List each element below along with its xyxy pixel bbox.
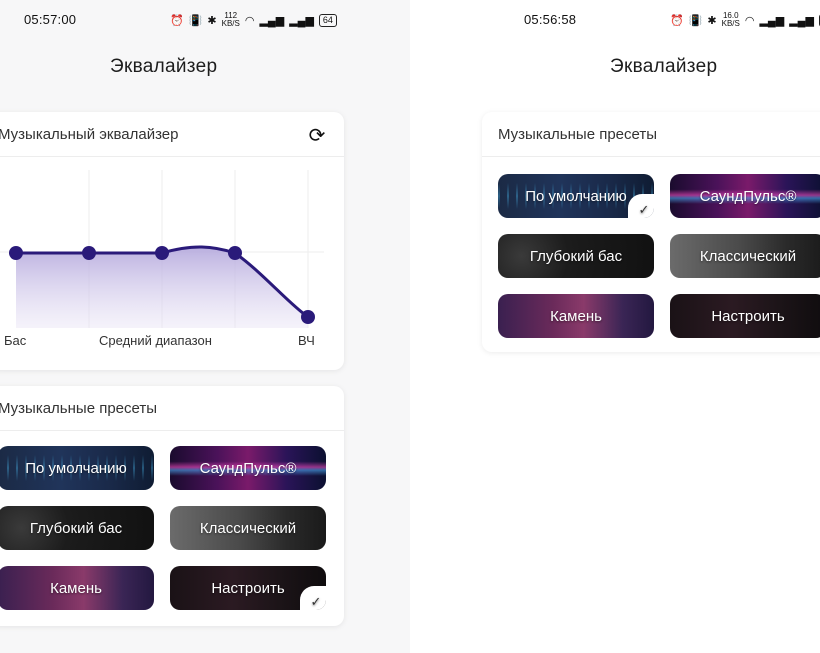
left-screen: 05:57:00 ⏰ 📳 ✱ 112 KB/S ◠ ▂▄▆ ▂▄▆ 64 Эква… — [0, 0, 410, 653]
eq-handle[interactable] — [155, 246, 169, 260]
preset-label: СаундПульс® — [699, 187, 797, 205]
equalizer-card: Музыкальный эквалайзер ⟳ Бас Средний диа… — [0, 112, 344, 370]
eq-handle[interactable] — [228, 246, 242, 260]
net-speed: 112 KB/S — [222, 12, 240, 28]
signal-icon: ▂▄▆ — [759, 14, 785, 27]
preset-label: Настроить — [211, 579, 285, 597]
alarm-icon: ⏰ — [670, 14, 684, 27]
preset-default[interactable]: По умолчанию — [0, 446, 154, 490]
preset-soundpulse[interactable]: СаундПульс® — [170, 446, 326, 490]
presets-card-header: Музыкальные пресеты — [0, 386, 344, 431]
check-icon: ✓ — [628, 194, 654, 218]
bluetooth-icon: ✱ — [707, 14, 717, 27]
page-title: Эквалайзер — [610, 56, 718, 77]
vibrate-icon: 📳 — [688, 14, 703, 27]
preset-label: Камень — [50, 579, 102, 597]
preset-deep-bass[interactable]: Глубокий бас — [0, 506, 154, 550]
net-speed: 16.0 KB/S — [722, 12, 740, 28]
net-speed-unit: KB/S — [221, 19, 240, 28]
page-title: Эквалайзер — [110, 56, 218, 77]
preset-label: Настроить — [711, 307, 785, 325]
eq-handle[interactable] — [82, 246, 96, 260]
preset-label: Классический — [699, 247, 797, 265]
presets-card: Музыкальные пресеты По умолчанию ✓ СаундП… — [482, 112, 820, 352]
equalizer-card-header: Музыкальный эквалайзер ⟳ — [0, 112, 344, 157]
right-screen: 05:56:58 ⏰ 📳 ✱ 16.0KB/S ◠ ▂▄▆ ▂▄▆ 64 Экв… — [410, 0, 820, 653]
preset-custom[interactable]: Настроить — [670, 294, 820, 338]
preset-classical[interactable]: Классический — [170, 506, 326, 550]
preset-soundpulse[interactable]: СаундПульс® — [670, 174, 820, 218]
preset-label: СаундПульс® — [199, 459, 297, 477]
preset-default[interactable]: По умолчанию ✓ — [498, 174, 654, 218]
equalizer-card-title: Музыкальный эквалайзер — [0, 126, 179, 143]
signal-icon-2: ▂▄▆ — [289, 14, 314, 27]
preset-label: Камень — [550, 307, 602, 325]
eq-handle[interactable] — [301, 310, 315, 324]
preset-classical[interactable]: Классический — [670, 234, 820, 278]
preset-deep-bass[interactable]: Глубокий бас — [498, 234, 654, 278]
preset-label: Классический — [199, 519, 297, 537]
wifi-icon: ◠ — [244, 14, 255, 27]
preset-custom[interactable]: Настроить ✓ — [170, 566, 326, 610]
status-time: 05:56:58 — [524, 12, 577, 27]
eq-label-bass: Бас — [4, 333, 27, 348]
net-speed-unit: KB/S — [721, 19, 740, 28]
status-bar: 05:57:00 ⏰ 📳 ✱ 112 KB/S ◠ ▂▄▆ ▂▄▆ 64 — [0, 10, 410, 32]
eq-handle[interactable] — [9, 246, 23, 260]
presets-card: Музыкальные пресеты По умолчанию СаундПу… — [0, 386, 344, 626]
status-icons: ⏰ 📳 ✱ 112 KB/S ◠ ▂▄▆ ▂▄▆ 64 — [170, 12, 337, 28]
presets-card-title: Музыкальные пресеты — [0, 400, 158, 417]
preset-label: Глубокий бас — [29, 519, 123, 537]
status-time: 05:57:00 — [24, 12, 77, 27]
eq-label-mid: Средний диапазон — [99, 333, 212, 348]
eq-label-treble: ВЧ — [298, 333, 315, 348]
wifi-icon: ◠ — [744, 14, 755, 27]
signal-icon: ▂▄▆ — [259, 14, 285, 27]
preset-label: По умолчанию — [525, 187, 627, 205]
preset-rock[interactable]: Камень — [0, 566, 154, 610]
check-icon: ✓ — [300, 586, 326, 610]
bluetooth-icon: ✱ — [207, 14, 217, 27]
alarm-icon: ⏰ — [170, 14, 184, 27]
status-icons: ⏰ 📳 ✱ 16.0KB/S ◠ ▂▄▆ ▂▄▆ 64 — [670, 12, 820, 28]
refresh-icon[interactable]: ⟳ — [306, 124, 328, 147]
presets-card-title: Музыкальные пресеты — [498, 126, 658, 143]
preset-label: По умолчанию — [25, 459, 127, 477]
preset-rock[interactable]: Камень — [498, 294, 654, 338]
equalizer-chart[interactable] — [0, 158, 344, 328]
battery-icon: 64 — [318, 13, 337, 27]
vibrate-icon: 📳 — [188, 14, 203, 27]
preset-label: Глубокий бас — [529, 247, 623, 265]
signal-icon-2: ▂▄▆ — [789, 14, 814, 27]
status-bar: 05:56:58 ⏰ 📳 ✱ 16.0KB/S ◠ ▂▄▆ ▂▄▆ 64 — [410, 10, 820, 32]
presets-card-header: Музыкальные пресеты — [482, 112, 820, 157]
